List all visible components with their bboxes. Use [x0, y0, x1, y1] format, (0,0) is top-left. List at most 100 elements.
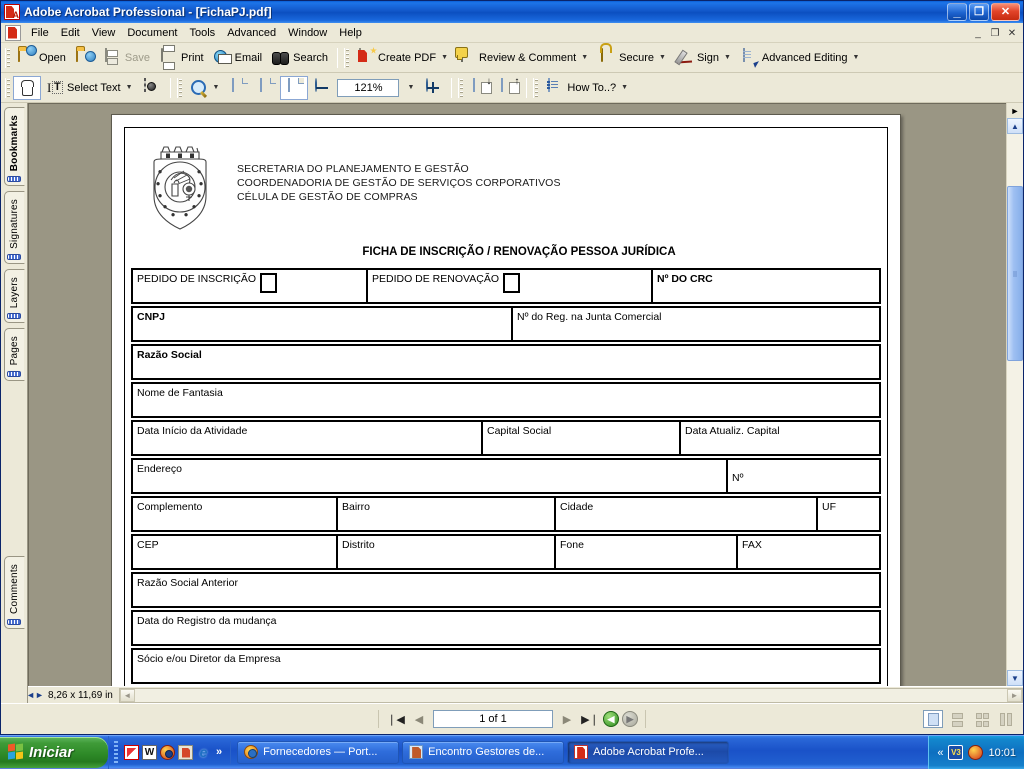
field-cnpj[interactable]: CNPJ: [133, 308, 513, 340]
open-button[interactable]: Open: [13, 46, 71, 70]
hscroll-left-button[interactable]: ◄: [120, 689, 135, 702]
tasks-toolbar-grip[interactable]: [344, 48, 349, 68]
sidebar-item-bookmarks[interactable]: Bookmarks: [4, 107, 25, 186]
maximize-button[interactable]: ❐: [969, 3, 989, 21]
sidebar-item-pages[interactable]: Pages: [4, 328, 25, 380]
field-data-atualiz-capital[interactable]: Data Atualiz. Capital: [681, 422, 879, 454]
create-pdf-button[interactable]: Create PDF ▼: [352, 46, 453, 70]
select-text-button[interactable]: Select Text ▼: [41, 76, 138, 100]
field-pedido-inscricao[interactable]: PEDIDO DE INSCRIÇÃO: [133, 270, 368, 302]
pane-resize-handle-icon[interactable]: ◄►: [28, 688, 42, 703]
menu-item-tools[interactable]: Tools: [184, 25, 222, 41]
checkbox-pedido-renovacao[interactable]: [503, 273, 520, 293]
email-button[interactable]: Email: [209, 46, 268, 70]
hscroll-right-button[interactable]: ►: [1007, 689, 1022, 702]
vscroll-thumb[interactable]: [1007, 186, 1023, 361]
next-view-arrow-icon[interactable]: ▶: [622, 711, 638, 727]
tray-expand-chevron-icon[interactable]: «: [937, 747, 943, 759]
document-icon[interactable]: [5, 25, 21, 41]
sidebar-item-signatures[interactable]: Signatures: [4, 191, 25, 264]
menu-item-window[interactable]: Window: [282, 25, 333, 41]
how-to-chevron-down-icon[interactable]: ▼: [621, 84, 628, 91]
field-fax[interactable]: FAX: [738, 536, 879, 568]
mdi-minimize-button[interactable]: _: [971, 26, 985, 40]
vscroll-track[interactable]: [1007, 134, 1023, 670]
vscroll-down-button[interactable]: ▼: [1007, 670, 1023, 686]
security-shield-icon[interactable]: [968, 745, 983, 760]
netscape-icon[interactable]: [160, 745, 175, 760]
advanced-editing-button[interactable]: Advanced Editing ▼: [736, 46, 865, 70]
field-razao-social[interactable]: Razão Social: [133, 346, 879, 378]
zoom-out-button[interactable]: [308, 76, 336, 100]
previous-view-arrow-icon[interactable]: ◀: [603, 711, 619, 727]
next-page-button[interactable]: ▶: [556, 709, 578, 729]
document-scroll-region[interactable]: SECRETARIA DO PLANEJAMENTO E GESTÃO COOR…: [28, 103, 1006, 686]
secure-chevron-down-icon[interactable]: ▼: [659, 54, 666, 61]
field-numero[interactable]: Nº: [728, 460, 879, 492]
checkbox-pedido-inscricao[interactable]: [260, 273, 277, 293]
field-nome-fantasia[interactable]: Nome de Fantasia: [133, 384, 879, 416]
minimize-button[interactable]: _: [947, 3, 967, 21]
taskbar-item-encontro[interactable]: Encontro Gestores de...: [402, 741, 564, 764]
field-uf[interactable]: UF: [818, 498, 879, 530]
field-razao-social-anterior[interactable]: Razão Social Anterior: [133, 574, 879, 606]
menu-item-help[interactable]: Help: [333, 25, 368, 41]
sidebar-item-comments[interactable]: Comments: [4, 556, 25, 629]
field-cidade[interactable]: Cidade: [556, 498, 818, 530]
basic-toolbar-grip[interactable]: [5, 78, 10, 98]
first-page-button[interactable]: ❘◀: [385, 709, 407, 729]
outlook-express-icon[interactable]: [124, 745, 139, 760]
nav-toolbar-grip[interactable]: [458, 78, 463, 98]
acrobat-reader-icon[interactable]: [178, 745, 193, 760]
zoom-in-button[interactable]: [419, 76, 447, 100]
field-registro-junta-comercial[interactable]: Nº do Reg. na Junta Comercial: [513, 308, 879, 340]
create-pdf-chevron-down-icon[interactable]: ▼: [441, 54, 448, 61]
field-cep[interactable]: CEP: [133, 536, 338, 568]
fit-width-button[interactable]: [280, 76, 308, 100]
internet-explorer-icon[interactable]: [196, 745, 211, 760]
field-pedido-renovacao[interactable]: PEDIDO DE RENOVAÇÃO: [368, 270, 653, 302]
search-button[interactable]: Search: [267, 46, 333, 70]
field-fone[interactable]: Fone: [556, 536, 738, 568]
review-comment-button[interactable]: Review & Comment ▼: [453, 46, 593, 70]
fit-page-button[interactable]: [252, 76, 280, 100]
field-data-registro-mudanca[interactable]: Data do Registro da mudança: [133, 612, 879, 644]
how-to-button[interactable]: How To..? ▼: [541, 76, 633, 100]
field-data-inicio-atividade[interactable]: Data Início da Atividade: [133, 422, 483, 454]
menu-item-file[interactable]: File: [25, 25, 55, 41]
vertical-scrollbar[interactable]: ► ▲ ▼: [1006, 103, 1023, 686]
menu-item-document[interactable]: Document: [121, 25, 183, 41]
sidebar-item-layers[interactable]: Layers: [4, 269, 25, 323]
taskbar-clock[interactable]: 10:01: [988, 747, 1016, 759]
vscroll-split-button[interactable]: ►: [1007, 103, 1023, 118]
field-numero-crc[interactable]: Nº DO CRC: [653, 270, 879, 302]
vscroll-up-button[interactable]: ▲: [1007, 118, 1023, 134]
organizer-button[interactable]: [71, 46, 99, 70]
previous-view-button[interactable]: [466, 76, 494, 100]
snapshot-button[interactable]: [138, 76, 166, 100]
menu-item-edit[interactable]: Edit: [55, 25, 86, 41]
quick-launch-more-chevron-icon[interactable]: »: [216, 746, 222, 758]
taskbar-item-acrobat[interactable]: Adobe Acrobat Profe...: [567, 741, 729, 764]
horizontal-scrollbar[interactable]: ◄ ►: [119, 688, 1023, 703]
continuous-view-icon[interactable]: [947, 710, 967, 728]
taskbar-item-firefox[interactable]: Fornecedores — Port...: [237, 741, 399, 764]
actual-size-button[interactable]: [224, 76, 252, 100]
start-button[interactable]: Iniciar: [0, 737, 108, 768]
antivirus-v3-icon[interactable]: [948, 745, 963, 760]
field-bairro[interactable]: Bairro: [338, 498, 556, 530]
menu-item-advanced[interactable]: Advanced: [221, 25, 282, 41]
mdi-close-button[interactable]: ✕: [1005, 26, 1019, 40]
zoom-tool-chevron-down-icon[interactable]: ▼: [213, 84, 220, 91]
close-button[interactable]: ✕: [991, 3, 1020, 21]
single-page-view-icon[interactable]: [923, 710, 943, 728]
mdi-restore-button[interactable]: ❐: [988, 26, 1002, 40]
field-socio-diretor[interactable]: Sócio e/ou Diretor da Empresa: [133, 650, 879, 682]
zoom-tool-button[interactable]: ▼: [185, 76, 225, 100]
continuous-facing-view-icon[interactable]: [971, 710, 991, 728]
page-number-input[interactable]: 1 of 1: [433, 710, 553, 728]
secure-button[interactable]: Secure ▼: [593, 46, 671, 70]
advanced-editing-chevron-down-icon[interactable]: ▼: [853, 54, 860, 61]
sign-button[interactable]: Sign ▼: [671, 46, 736, 70]
previous-page-button[interactable]: ◀: [408, 709, 430, 729]
